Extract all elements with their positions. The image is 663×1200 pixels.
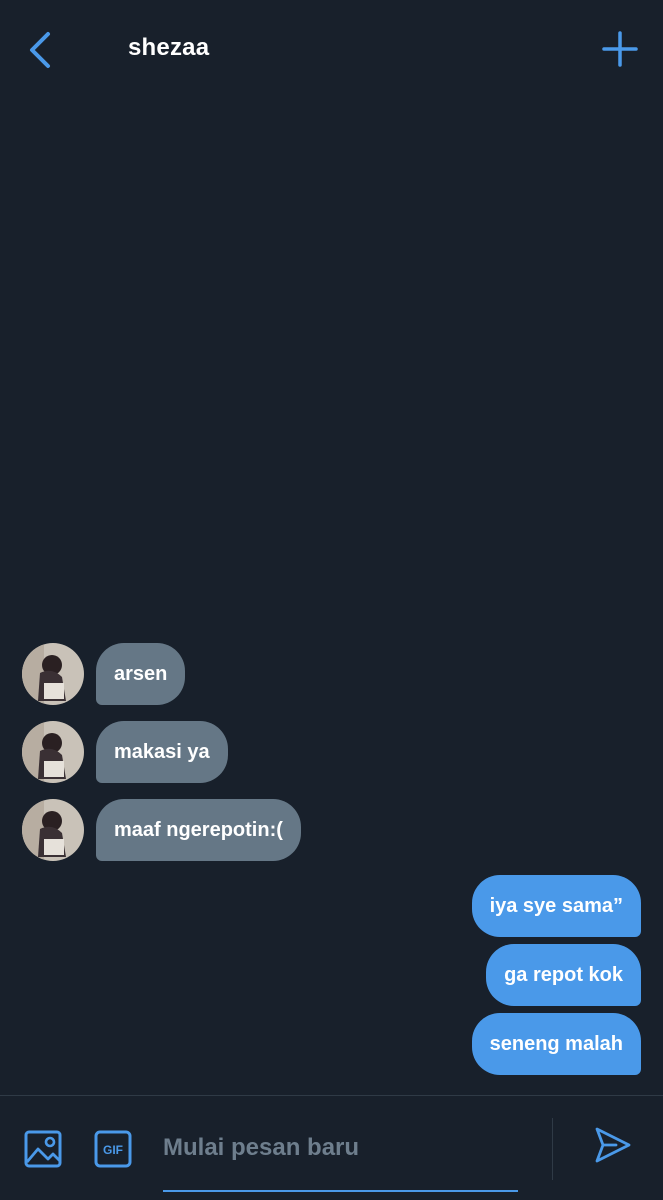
conversation-header: shezaa (0, 0, 663, 100)
outgoing-message-bubble[interactable]: seneng malah (471, 1013, 641, 1075)
message-composer: GIF (0, 1095, 663, 1200)
incoming-message-bubble[interactable]: maaf ngerepotin:( (96, 799, 301, 861)
image-icon (24, 1130, 62, 1168)
add-gif-button[interactable]: GIF (94, 1130, 132, 1168)
add-button[interactable] (602, 30, 638, 68)
gif-label: GIF (103, 1143, 123, 1157)
outgoing-message-bubble[interactable]: ga repot kok (486, 944, 641, 1006)
message-input[interactable] (163, 1120, 518, 1176)
message-row-incoming: makasi ya (0, 721, 663, 783)
send-button[interactable] (594, 1126, 632, 1164)
conversation-title[interactable]: shezaa (128, 34, 209, 62)
incoming-message-bubble[interactable]: arsen (96, 643, 186, 705)
message-row-incoming: maaf ngerepotin:( (0, 799, 663, 861)
avatar[interactable] (22, 643, 84, 705)
back-button[interactable] (22, 28, 58, 72)
incoming-message-bubble[interactable]: makasi ya (96, 721, 228, 783)
message-row-incoming: arsen (0, 643, 663, 705)
outgoing-message-bubble[interactable]: iya sye sama” (471, 875, 641, 937)
gif-icon: GIF (94, 1130, 132, 1168)
avatar[interactable] (22, 799, 84, 861)
add-image-button[interactable] (24, 1130, 62, 1168)
composer-divider (552, 1118, 553, 1180)
avatar-photo-icon (22, 799, 84, 861)
avatar-photo-icon (22, 643, 84, 705)
send-icon (595, 1127, 631, 1163)
avatar-photo-icon (22, 721, 84, 783)
message-input-wrapper (163, 1120, 518, 1192)
plus-icon (602, 31, 638, 67)
chevron-left-icon (30, 32, 50, 68)
avatar[interactable] (22, 721, 84, 783)
